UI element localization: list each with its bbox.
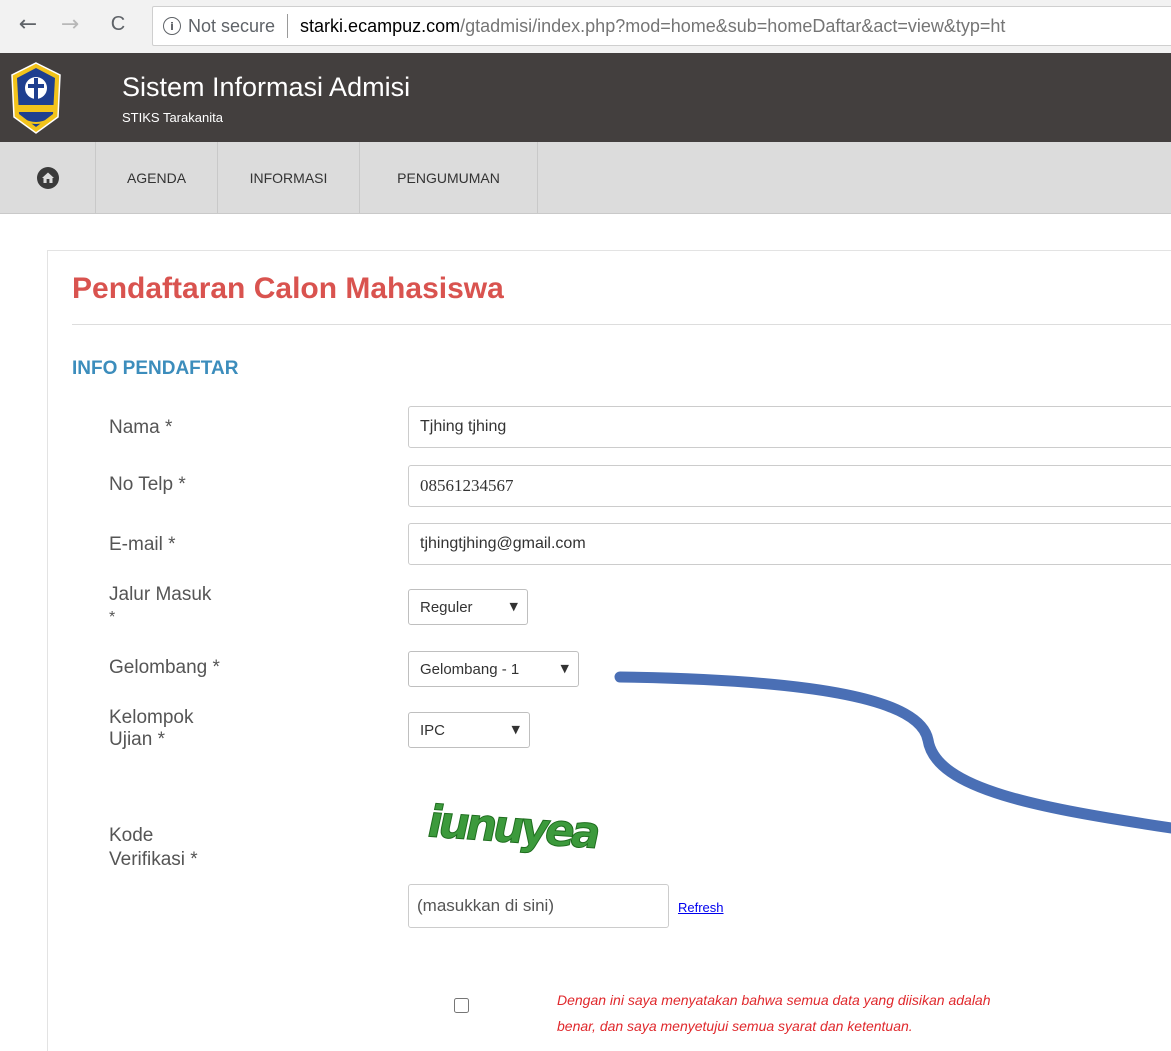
page-title: Pendaftaran Calon Mahasiswa	[72, 272, 504, 305]
refresh-link[interactable]: Refresh	[678, 900, 724, 915]
site-header: Sistem Informasi Admisi STIKS Tarakanita	[0, 53, 1171, 142]
kode-label-2: Verifikasi *	[109, 849, 198, 870]
nama-input[interactable]	[408, 406, 1171, 448]
browser-toolbar: ← → C i Not secure starki.ecampuz.com/gt…	[0, 0, 1171, 54]
url-separator	[287, 14, 289, 38]
agreement-line-2: benar, dan saya menyetujui semua syarat …	[557, 1018, 913, 1034]
telp-label: No Telp *	[109, 474, 186, 495]
kelompok-select[interactable]: IPC ▼	[408, 712, 530, 748]
kode-label: Kode	[109, 825, 154, 846]
url-path: /gtadmisi/index.php?mod=home&sub=homeDaf…	[460, 15, 1006, 36]
captcha-image: iunuyea	[428, 800, 604, 859]
agreement-line-1: Dengan ini saya menyatakan bahwa semua d…	[557, 992, 991, 1008]
kelompok-selected-value: IPC	[420, 721, 446, 739]
back-arrow-icon[interactable]: ←	[14, 10, 42, 38]
home-button[interactable]	[0, 142, 96, 213]
caret-down-icon: ▼	[511, 723, 520, 736]
site-title: Sistem Informasi Admisi	[122, 72, 411, 102]
info-icon[interactable]: i	[163, 17, 181, 35]
kelompok-label: Kelompok	[109, 707, 194, 728]
email-input[interactable]	[408, 523, 1171, 565]
jalur-required-mark: *	[109, 609, 116, 626]
jalur-selected-value: Reguler	[420, 598, 473, 616]
jalur-select[interactable]: Reguler ▼	[408, 589, 528, 625]
tarakanita-logo[interactable]	[8, 61, 64, 135]
menu-item-informasi[interactable]: INFORMASI	[218, 142, 360, 213]
caret-down-icon: ▼	[560, 662, 569, 675]
gelombang-select[interactable]: Gelombang - 1 ▼	[408, 651, 579, 687]
telp-input[interactable]	[408, 465, 1171, 507]
not-secure-label: Not secure	[188, 15, 276, 36]
forward-arrow-icon[interactable]: →	[56, 10, 84, 38]
nama-label: Nama *	[109, 417, 173, 438]
site-subtitle: STIKS Tarakanita	[122, 110, 223, 125]
jalur-label: Jalur Masuk	[109, 584, 212, 605]
url-host: starki.ecampuz.com	[300, 15, 461, 36]
menu-item-agenda[interactable]: AGENDA	[96, 142, 218, 213]
gelombang-selected-value: Gelombang - 1	[420, 660, 520, 678]
kelompok-label-2: Ujian *	[109, 729, 165, 750]
main-menu: AGENDA INFORMASI PENGUMUMAN	[0, 142, 1171, 214]
captcha-text: iunuyea	[428, 800, 603, 859]
reload-icon[interactable]: C	[104, 10, 132, 38]
captcha-input[interactable]	[408, 884, 669, 928]
gelombang-label: Gelombang *	[109, 657, 220, 678]
agree-checkbox[interactable]	[454, 998, 469, 1013]
agreement-text: Dengan ini saya menyatakan bahwa semua d…	[557, 987, 1097, 1039]
section-heading: INFO PENDAFTAR	[72, 358, 239, 379]
title-divider	[72, 324, 1171, 325]
menu-item-pengumuman[interactable]: PENGUMUMAN	[360, 142, 538, 213]
email-label: E-mail *	[109, 534, 176, 555]
address-bar[interactable]: i Not secure starki.ecampuz.com/gtadmisi…	[152, 6, 1171, 46]
home-icon	[36, 166, 59, 189]
caret-down-icon: ▼	[509, 600, 518, 613]
